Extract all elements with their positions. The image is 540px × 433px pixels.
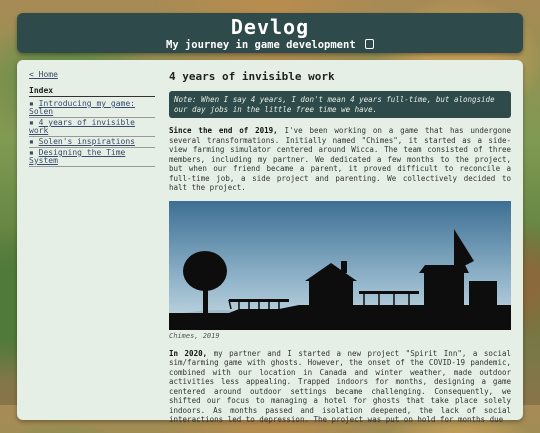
site-subtitle: My journey in game development [17,38,523,52]
paragraph-1-lead: Since the end of 2019, [169,126,278,135]
index-item-label[interactable]: Solen's inspirations [39,137,135,146]
paragraph-2: In 2020, my partner and I started a new … [169,349,511,425]
index-list: ▪ Introducing my game: Solen ▪ 4 years o… [29,99,155,167]
paragraph-2-body: my partner and I started a new project "… [169,348,511,425]
content-panel: < Home Index ▪ Introducing my game: Sole… [17,60,523,424]
index-item-introducing[interactable]: ▪ Introducing my game: Solen [29,99,155,118]
paragraph-2-lead: In 2020, [169,348,208,358]
post-title: 4 years of invisible work [169,70,335,83]
index-item-invisible-work[interactable]: ▪ 4 years of invisible work [29,118,155,137]
site-title: Devlog [230,15,310,39]
index-item-time-system[interactable]: ▪ Designing the Time System [29,148,155,167]
paragraph-1: Since the end of 2019, I've been working… [169,126,511,193]
article: 4 years of invisible work Note: When I s… [169,68,511,433]
paragraph-1-body: I've been working on a game that has und… [169,126,511,192]
sidebar: < Home Index ▪ Introducing my game: Sole… [29,70,155,167]
index-title: Index [29,86,155,97]
github-icon[interactable] [364,39,374,49]
figure-caption: Chimes, 2019 [169,331,220,340]
index-item-label[interactable]: Designing the Time System [29,148,125,165]
home-link[interactable]: < Home [29,70,155,79]
index-item-label[interactable]: 4 years of invisible work [29,118,135,135]
index-item-label[interactable]: Introducing my game: Solen [29,99,135,116]
index-item-inspirations[interactable]: ▪ Solen's inspirations [29,137,155,148]
chimes-screenshot-image [169,200,511,330]
site-header: Devlog My journey in game development [17,13,523,53]
note-box: Note: When I say 4 years, I don't mean 4… [169,91,511,118]
site-subtitle-text: My journey in game development [166,39,356,51]
